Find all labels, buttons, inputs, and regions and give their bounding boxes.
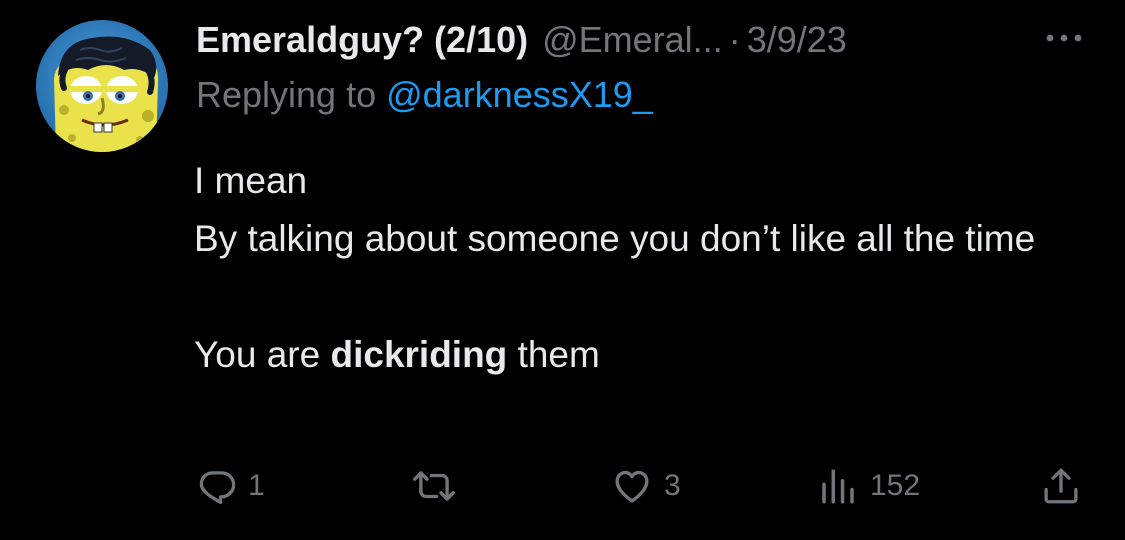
heart-icon <box>615 470 649 503</box>
tweet-body-text: You are <box>194 334 331 375</box>
more-icon <box>1046 34 1082 42</box>
replying-to-line: Replying to @darknessX19_ <box>196 74 653 116</box>
tweet-body-bold: dickriding <box>330 334 508 375</box>
replying-to-label: Replying to <box>196 74 387 115</box>
like-button[interactable]: 3 <box>610 458 681 514</box>
user-handle[interactable]: @Emeral... <box>542 19 723 61</box>
share-icon <box>1044 468 1078 504</box>
replying-to-mention[interactable]: @darknessX19_ <box>386 74 653 115</box>
more-options-button[interactable] <box>1040 18 1088 58</box>
tweet-date[interactable]: 3/9/23 <box>747 19 847 61</box>
display-name[interactable]: Emeraldguy? (2/10) <box>196 19 528 61</box>
tweet-body-line: I mean <box>194 160 308 201</box>
tweet-actions: 1 3 152 <box>0 458 1125 514</box>
avatar[interactable] <box>36 20 168 152</box>
avatar-image <box>36 20 168 152</box>
retweet-icon <box>413 471 455 501</box>
reply-count: 1 <box>248 469 265 502</box>
like-count: 3 <box>664 469 681 502</box>
tweet-body: I mean By talking about someone you don’… <box>194 152 1094 384</box>
tweet: Emeraldguy? (2/10) @Emeral... · 3/9/23 R… <box>0 0 1125 540</box>
retweet-button[interactable] <box>412 458 466 514</box>
separator-dot: · <box>728 19 741 60</box>
reply-button[interactable]: 1 <box>196 458 265 514</box>
views-button[interactable]: 152 <box>816 458 920 514</box>
tweet-body-text: them <box>507 334 600 375</box>
tweet-body-line: By talking about someone you don’t like … <box>194 218 1036 259</box>
reply-icon <box>199 471 236 505</box>
views-count: 152 <box>870 469 921 502</box>
views-icon <box>822 469 854 504</box>
tweet-body-line: You are dickriding them <box>194 326 1094 384</box>
share-button[interactable] <box>1040 458 1082 514</box>
tweet-header: Emeraldguy? (2/10) @Emeral... · 3/9/23 <box>196 16 847 64</box>
